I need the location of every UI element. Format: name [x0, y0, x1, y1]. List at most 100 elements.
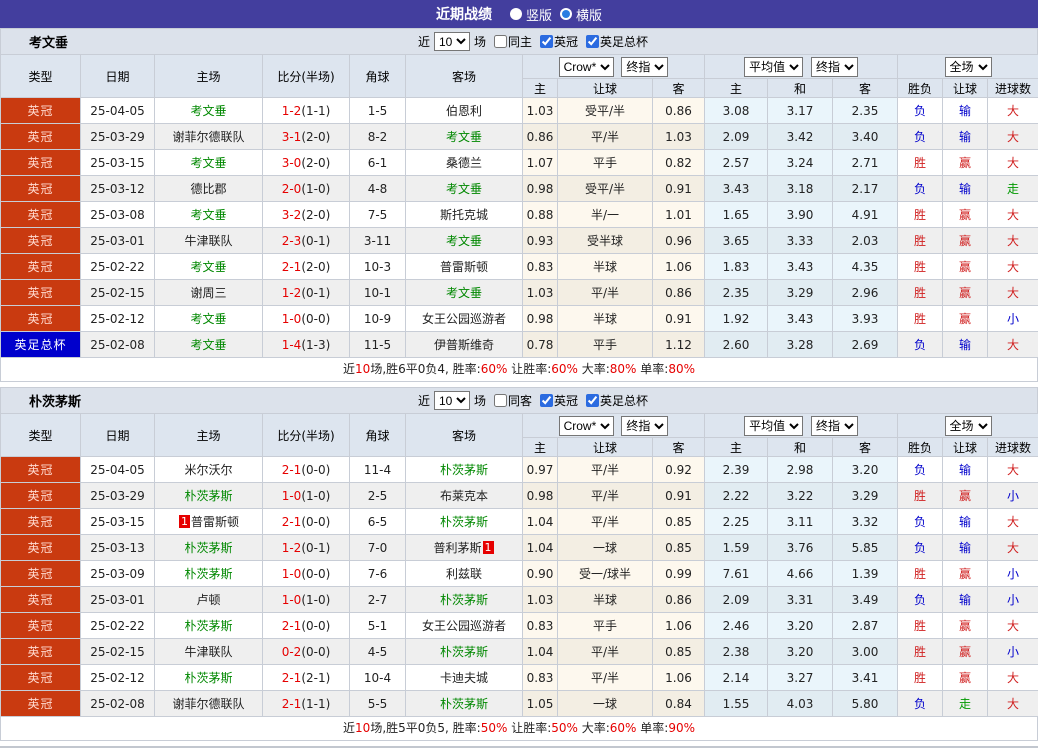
avg-draw-cell: 3.90	[768, 202, 833, 228]
scope-select[interactable]: 全场	[945, 416, 992, 436]
odds-home-cell: 1.03	[523, 280, 558, 306]
section-header: 考文垂 近 10 场 同主 英冠 英足总杯	[0, 28, 1038, 54]
odds-home-cell: 1.03	[523, 98, 558, 124]
cup-filter[interactable]: 英足总杯	[586, 392, 648, 409]
filter-label: 英冠	[554, 33, 578, 50]
fulltime-score: 3-2	[282, 208, 302, 222]
result-wl-cell: 负	[898, 509, 943, 535]
avg-source-select[interactable]: 平均值	[744, 57, 803, 77]
section-header: 朴茨茅斯 近 10 场 同客 英冠 英足总杯	[0, 387, 1038, 413]
score-cell: 2-3(0-1)	[263, 228, 350, 254]
col-avg-home: 主	[705, 79, 768, 98]
summary-text: 场,胜6平0负4, 胜率:	[370, 362, 480, 376]
halftime-score: (0-1)	[301, 541, 330, 555]
recent-count-select[interactable]: 10	[434, 391, 470, 410]
matches-table: 类型 日期 主场 比分(半场) 角球 客场 Crow* 终指 平均值 终指	[0, 54, 1038, 358]
score-cell: 2-1(2-1)	[263, 665, 350, 691]
avg-draw-cell: 3.11	[768, 509, 833, 535]
avg-final-select[interactable]: 终指	[811, 57, 858, 77]
same-venue-checkbox[interactable]	[494, 394, 507, 407]
avg-home-cell: 1.55	[705, 691, 768, 717]
corner-cell: 4-5	[350, 639, 406, 665]
home-team-cell: 1普雷斯顿	[155, 509, 263, 535]
avg-away-cell: 3.00	[833, 639, 898, 665]
score-cell: 1-0(0-0)	[263, 561, 350, 587]
scope-select[interactable]: 全场	[945, 57, 992, 77]
date-cell: 25-04-05	[81, 98, 155, 124]
corner-cell: 8-2	[350, 124, 406, 150]
avg-away-cell: 5.85	[833, 535, 898, 561]
league-checkbox[interactable]	[540, 35, 553, 48]
same-venue-checkbox[interactable]	[494, 35, 507, 48]
away-team-cell: 考文垂	[406, 176, 523, 202]
recent-results-page: 近期战绩 竖版横版 考文垂 近 10 场 同主 英冠 英足总杯	[0, 0, 1038, 748]
team-name: 朴茨茅斯	[440, 697, 488, 711]
odds-final-select[interactable]: 终指	[621, 57, 668, 77]
layout-radio-option[interactable]: 横版	[560, 5, 602, 24]
corner-cell: 10-1	[350, 280, 406, 306]
avg-away-cell: 3.20	[833, 457, 898, 483]
result-wl-cell: 胜	[898, 228, 943, 254]
col-type: 类型	[1, 414, 81, 457]
score-cell: 2-1(0-0)	[263, 509, 350, 535]
cup-checkbox[interactable]	[586, 35, 599, 48]
league-checkbox[interactable]	[540, 394, 553, 407]
type-cell: 英冠	[1, 561, 81, 587]
date-cell: 25-02-08	[81, 691, 155, 717]
summary-value: 80%	[610, 362, 637, 376]
same-venue-filter[interactable]: 同客	[494, 392, 532, 409]
avg-home-cell: 2.38	[705, 639, 768, 665]
team-name: 卡迪夫城	[440, 671, 488, 685]
team-name: 谢菲尔德联队	[172, 697, 244, 711]
odds-away-cell: 0.82	[653, 150, 705, 176]
recent-count-select[interactable]: 10	[434, 32, 470, 51]
avg-draw-cell: 3.43	[768, 254, 833, 280]
date-cell: 25-02-08	[81, 332, 155, 358]
team-name: 桑德兰	[446, 156, 482, 170]
games-label: 场	[474, 392, 486, 409]
result-handicap-cell: 输	[943, 124, 988, 150]
record-summary: 近10场,胜6平0负4, 胜率:60% 让胜率:60% 大率:80% 单率:80…	[0, 358, 1038, 382]
away-team-cell: 伯恩利	[406, 98, 523, 124]
result-handicap-cell: 赢	[943, 483, 988, 509]
col-odds-away: 客	[653, 79, 705, 98]
fulltime-score: 2-1	[282, 697, 302, 711]
team-name: 考文垂	[190, 312, 226, 326]
fulltime-score: 1-0	[282, 312, 302, 326]
odds-source-select[interactable]: Crow*	[559, 416, 614, 436]
same-venue-filter[interactable]: 同主	[494, 33, 532, 50]
league-filter[interactable]: 英冠	[540, 392, 578, 409]
halftime-score: (1-1)	[301, 697, 330, 711]
halftime-score: (1-0)	[301, 182, 330, 196]
cup-filter[interactable]: 英足总杯	[586, 33, 648, 50]
league-filter[interactable]: 英冠	[540, 33, 578, 50]
col-avg-draw: 和	[768, 438, 833, 457]
odds-home-cell: 0.88	[523, 202, 558, 228]
score-cell: 1-2(0-1)	[263, 280, 350, 306]
score-cell: 3-1(2-0)	[263, 124, 350, 150]
layout-radio-option[interactable]: 竖版	[510, 5, 552, 24]
cup-checkbox[interactable]	[586, 394, 599, 407]
avg-final-select[interactable]: 终指	[811, 416, 858, 436]
date-cell: 25-03-01	[81, 228, 155, 254]
corner-cell: 7-5	[350, 202, 406, 228]
odds-home-cell: 0.83	[523, 613, 558, 639]
scope-group-header: 全场	[898, 55, 1038, 79]
date-cell: 25-02-12	[81, 665, 155, 691]
col-result-goals: 进球数	[988, 79, 1038, 98]
team-name: 卢顿	[196, 593, 220, 607]
corner-cell: 7-6	[350, 561, 406, 587]
odds-away-cell: 0.91	[653, 306, 705, 332]
record-summary: 近10场,胜5平0负5, 胜率:50% 让胜率:50% 大率:60% 单率:90…	[0, 717, 1038, 741]
odds-final-select[interactable]: 终指	[621, 416, 668, 436]
score-cell: 2-1(0-0)	[263, 613, 350, 639]
page-title: 近期战绩	[436, 4, 492, 24]
col-score: 比分(半场)	[263, 414, 350, 457]
radio-label: 竖版	[526, 5, 552, 24]
type-cell: 英冠	[1, 691, 81, 717]
avg-source-select[interactable]: 平均值	[744, 416, 803, 436]
fulltime-score: 1-2	[282, 104, 302, 118]
odds-source-select[interactable]: Crow*	[559, 57, 614, 77]
home-team-cell: 牛津联队	[155, 639, 263, 665]
result-handicap-cell: 输	[943, 535, 988, 561]
